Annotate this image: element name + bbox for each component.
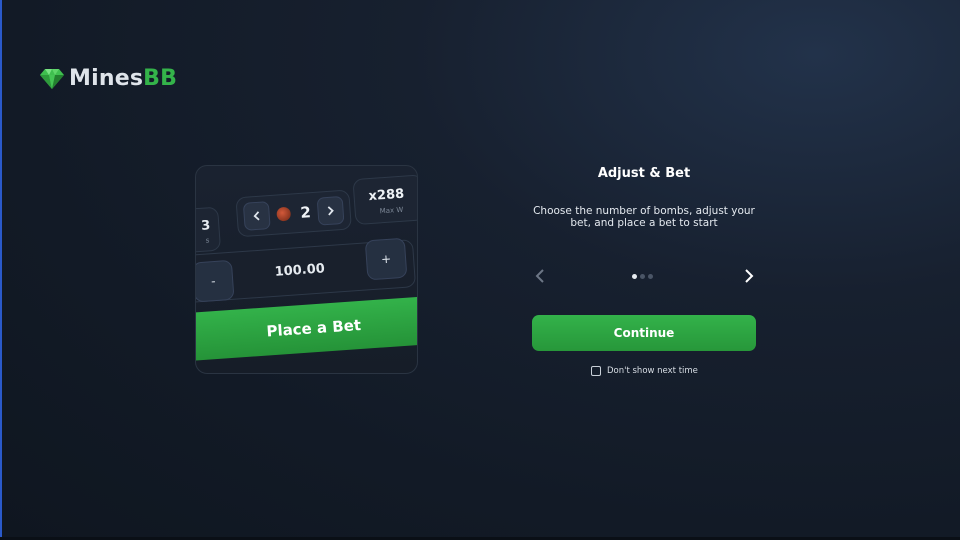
preview-place-bet-button: Place a Bet: [196, 294, 417, 363]
previous-step-button[interactable]: [530, 266, 550, 286]
tutorial-preview-image: 3 s 2 x288 Max W - + 100.00 Place a Bet: [195, 165, 418, 374]
preview-multiplier-caption: Max W: [379, 205, 404, 216]
preview-left-caption: s: [205, 236, 210, 245]
next-step-button[interactable]: [739, 266, 759, 286]
step-dot[interactable]: [640, 274, 645, 279]
preview-left-stat: 3 s: [196, 206, 222, 255]
gem-icon: [40, 68, 64, 89]
chevron-left-icon: [242, 201, 271, 231]
preview-left-value: 3: [200, 218, 211, 234]
brand-name-accent: BB: [143, 66, 178, 91]
preview-bomb-stepper: 2: [235, 189, 352, 238]
dont-show-next-time-option[interactable]: Don't show next time: [591, 366, 698, 376]
preview-bomb-count: 2: [299, 203, 312, 222]
step-indicator: [632, 274, 653, 279]
window-edge: [0, 0, 2, 540]
preview-multiplier: x288 Max W: [352, 174, 417, 226]
preview-multiplier-value: x288: [368, 186, 405, 205]
step-title: Adjust & Bet: [597, 166, 691, 181]
step-description: Choose the number of bombs, adjust your …: [533, 205, 755, 229]
preview-minus-button: -: [196, 259, 235, 303]
continue-button[interactable]: Continue: [532, 315, 756, 351]
bomb-icon: [276, 206, 291, 222]
brand-logo: MinesBB: [40, 66, 177, 91]
dont-show-checkbox[interactable]: [591, 366, 601, 376]
chevron-left-icon: [535, 269, 544, 283]
brand-name: Mines: [69, 66, 144, 91]
chevron-right-icon: [745, 269, 754, 283]
dont-show-label: Don't show next time: [607, 366, 698, 376]
step-dot[interactable]: [632, 274, 637, 279]
step-dot[interactable]: [648, 274, 653, 279]
chevron-right-icon: [316, 195, 345, 226]
preview-plus-button: +: [364, 237, 408, 281]
